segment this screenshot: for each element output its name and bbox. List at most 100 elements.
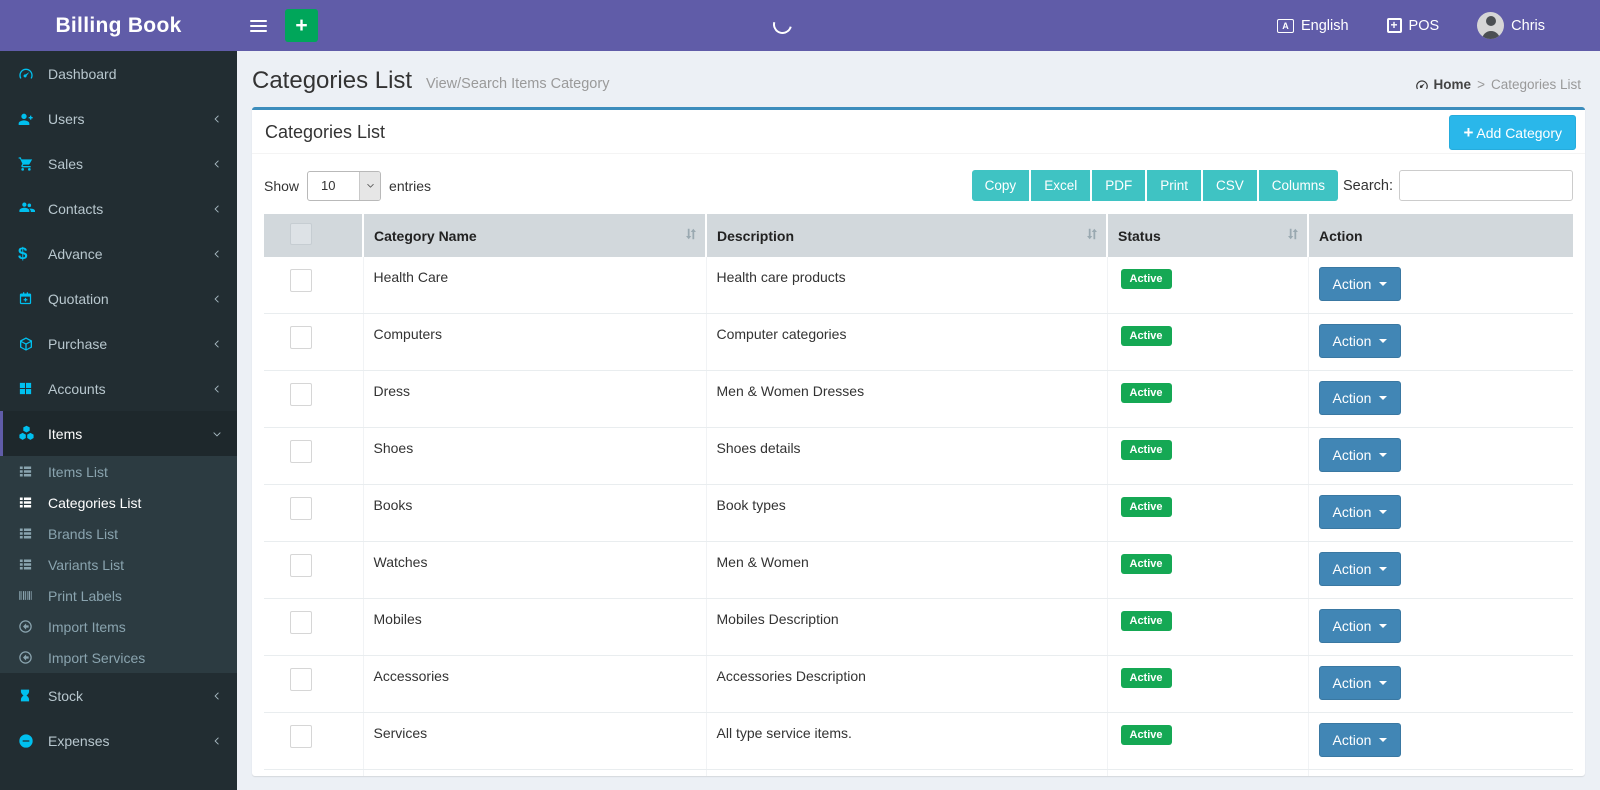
sidebar-item-import-services[interactable]: Import Services [0, 642, 237, 673]
excel-button[interactable]: Excel [1031, 170, 1092, 201]
user-plus-icon [18, 111, 44, 127]
category-description-cell: Book types [706, 485, 1107, 542]
category-name-cell: Services [363, 713, 706, 770]
table-search: Search: [1343, 170, 1573, 201]
breadcrumb-current: Categories List [1491, 77, 1581, 92]
row-select-cell [264, 713, 363, 770]
sidebar-item-accounts[interactable]: Accounts [0, 366, 237, 411]
menu-toggle-button[interactable] [237, 0, 279, 51]
category-description-cell: Computer categories [706, 314, 1107, 371]
action-button[interactable]: Action [1319, 609, 1402, 643]
page-subtitle: View/Search Items Category [426, 76, 609, 92]
quick-add-button[interactable]: + [285, 9, 318, 42]
sidebar-item-expenses[interactable]: Expenses [0, 718, 237, 763]
sidebar-item-variants-list[interactable]: Variants List [0, 549, 237, 580]
row-select-cell [264, 542, 363, 599]
cube-icon [18, 336, 44, 352]
category-name-cell: Shoes [363, 428, 706, 485]
category-name-cell: Accessories [363, 656, 706, 713]
content-header: Categories List View/Search Items Catego… [237, 51, 1600, 107]
sidebar: Billing Book Dashboard Users Sales Conta… [0, 0, 237, 790]
grid-icon [18, 381, 44, 396]
row-checkbox[interactable] [290, 668, 312, 691]
status-cell: Active [1107, 770, 1308, 777]
action-cell: Action [1308, 257, 1573, 314]
copy-button[interactable]: Copy [972, 170, 1032, 201]
column-header-status[interactable]: Status [1107, 214, 1308, 257]
csv-button[interactable]: CSV [1203, 170, 1259, 201]
minus-circle-icon [18, 733, 44, 749]
language-icon: A [1277, 19, 1294, 33]
language-menu[interactable]: A English [1277, 18, 1349, 34]
row-checkbox[interactable] [290, 383, 312, 406]
action-button[interactable]: Action [1319, 723, 1402, 757]
action-button[interactable]: Action [1319, 495, 1402, 529]
action-button[interactable]: Action [1319, 666, 1402, 700]
chevron-left-icon [212, 159, 222, 169]
entries-label: entries [389, 178, 431, 194]
sidebar-item-categories-list[interactable]: Categories List [0, 487, 237, 518]
action-button[interactable]: Action [1319, 438, 1402, 472]
avatar [1477, 12, 1504, 39]
sort-icon [1286, 225, 1300, 241]
status-badge: Active [1121, 326, 1172, 346]
language-label: English [1301, 18, 1349, 34]
columns-button[interactable]: Columns [1259, 170, 1338, 201]
app-logo[interactable]: Billing Book [0, 0, 237, 51]
caret-down-icon [1379, 282, 1387, 286]
breadcrumb-home[interactable]: Home [1415, 77, 1472, 92]
user-menu[interactable]: Chris [1477, 12, 1545, 39]
caret-down-icon [1379, 567, 1387, 571]
add-category-button[interactable]: + Add Category [1449, 115, 1576, 150]
row-checkbox[interactable] [290, 497, 312, 520]
search-input[interactable] [1399, 170, 1573, 201]
loading-spinner [770, 12, 796, 38]
sidebar-item-import-items[interactable]: Import Items [0, 611, 237, 642]
sidebar-item-advance[interactable]: $ Advance [0, 231, 237, 276]
status-badge: Active [1121, 668, 1172, 688]
row-checkbox[interactable] [290, 554, 312, 577]
sidebar-item-dashboard[interactable]: Dashboard [0, 51, 237, 96]
action-button[interactable]: Action [1319, 324, 1402, 358]
sidebar-item-brands-list[interactable]: Brands List [0, 518, 237, 549]
action-button[interactable]: Action [1319, 381, 1402, 415]
row-select-cell [264, 257, 363, 314]
show-entries: Show 10 entries [264, 171, 431, 201]
sidebar-item-print-labels[interactable]: Print Labels [0, 580, 237, 611]
row-checkbox[interactable] [290, 725, 312, 748]
column-header-category-name[interactable]: Category Name [363, 214, 706, 257]
sidebar-item-sales[interactable]: Sales [0, 141, 237, 186]
calendar-plus-icon [18, 291, 44, 306]
list-icon [18, 557, 44, 572]
sidebar-item-stock[interactable]: Stock [0, 673, 237, 718]
pdf-button[interactable]: PDF [1092, 170, 1147, 201]
sidebar-item-users[interactable]: Users [0, 96, 237, 141]
row-checkbox[interactable] [290, 440, 312, 463]
status-cell: Active [1107, 428, 1308, 485]
category-name-cell: Mobiles [363, 599, 706, 656]
sidebar-item-quotation[interactable]: Quotation [0, 276, 237, 321]
select-all-checkbox[interactable] [290, 223, 312, 245]
action-button[interactable]: Action [1319, 267, 1402, 301]
table-row: Services All type service items. Active … [264, 713, 1573, 770]
sidebar-item-purchase[interactable]: Purchase [0, 321, 237, 366]
print-button[interactable]: Print [1147, 170, 1203, 201]
sidebar-item-items-list[interactable]: Items List [0, 456, 237, 487]
status-badge: Active [1121, 725, 1172, 745]
select-arrow-icon [359, 172, 380, 200]
sidebar-item-contacts[interactable]: Contacts [0, 186, 237, 231]
sort-icon [1085, 225, 1099, 241]
breadcrumb-separator: > [1477, 77, 1485, 92]
pos-button[interactable]: + POS [1387, 18, 1440, 34]
action-button[interactable]: Action [1319, 552, 1402, 586]
column-header-description[interactable]: Description [706, 214, 1107, 257]
row-checkbox[interactable] [290, 269, 312, 292]
row-checkbox[interactable] [290, 326, 312, 349]
category-description-cell: All type service items. [706, 713, 1107, 770]
items-submenu: Items List Categories List Brands List V… [0, 456, 237, 673]
row-checkbox[interactable] [290, 611, 312, 634]
entries-select[interactable]: 10 [307, 171, 381, 201]
sidebar-item-items[interactable]: Items [0, 411, 237, 456]
table-row: Watches Men & Women Active Action [264, 542, 1573, 599]
sidebar-menu: Dashboard Users Sales Contacts $ Advance… [0, 51, 237, 763]
